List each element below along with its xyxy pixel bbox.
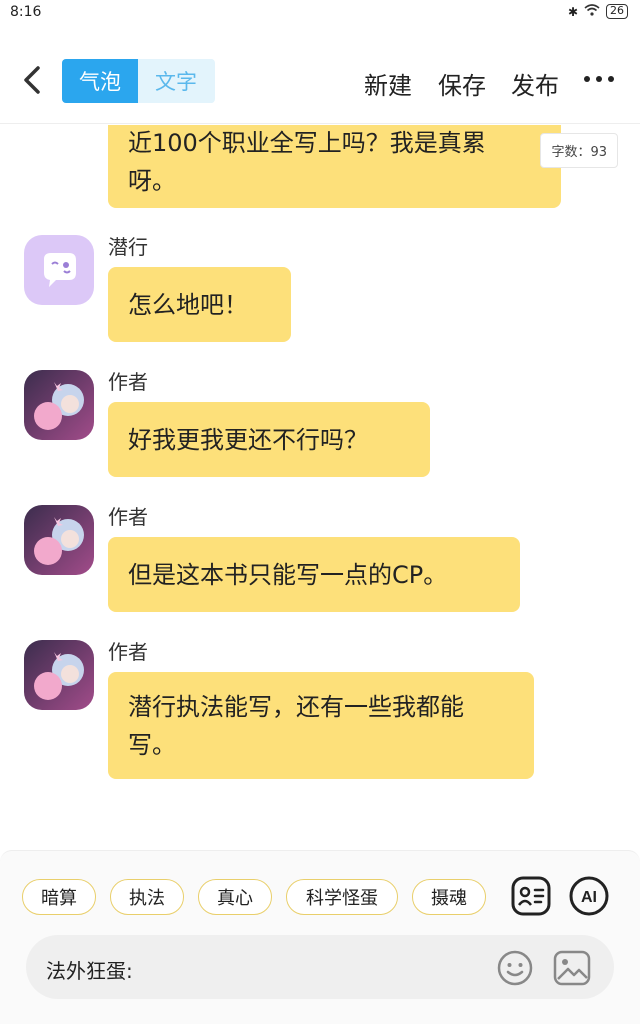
- more-icon[interactable]: [584, 76, 614, 84]
- mode-bubble-tab[interactable]: 气泡: [62, 59, 138, 103]
- message-bubble[interactable]: 但是这本书只能写一点的CP。: [108, 537, 520, 612]
- message-text-line: 潜行执法能写，还有一些我都能: [128, 692, 464, 721]
- mode-text-tab[interactable]: 文字: [138, 59, 214, 103]
- sender-name: 作者: [108, 505, 148, 529]
- status-bar: 8:16 ✱ 26: [0, 0, 640, 26]
- publish-button[interactable]: 发布: [511, 66, 559, 101]
- image-icon[interactable]: [552, 949, 592, 987]
- status-icons: ✱ 26: [568, 4, 628, 19]
- message-bubble[interactable]: 近100个职业全写上吗？我是真累 呀。: [108, 125, 561, 208]
- top-bar: 气泡 文字 新建 保存 发布: [0, 40, 640, 124]
- message-text: 好我更我更还不行吗？: [128, 425, 368, 454]
- character-list-icon[interactable]: [510, 875, 552, 917]
- message-bubble[interactable]: 潜行执法能写，还有一些我都能 写。: [108, 672, 534, 779]
- message-text-line: 写。: [128, 730, 176, 759]
- message-text-line: 呀。: [128, 166, 176, 195]
- message-input[interactable]: 法外狂蛋:: [26, 935, 614, 999]
- mode-toggle: 气泡 文字: [62, 59, 215, 103]
- word-count-badge: 字数：93: [540, 133, 618, 168]
- sender-name: 潜行: [108, 235, 148, 259]
- tag-chip[interactable]: 摄魂: [412, 879, 486, 915]
- chat-area[interactable]: 近100个职业全写上吗？我是真累 呀。 字数：93 潜行 怎么地吧！ 作者 好我…: [0, 125, 640, 850]
- input-panel: 暗算 执法 真心 科学怪蛋 摄魂 AI 法外狂蛋:: [0, 850, 640, 1024]
- emoji-icon[interactable]: [496, 949, 534, 987]
- tag-chip[interactable]: 真心: [198, 879, 272, 915]
- chat-bubble-avatar[interactable]: [24, 235, 94, 305]
- anime-character-avatar[interactable]: [24, 370, 94, 440]
- save-button[interactable]: 保存: [438, 66, 486, 101]
- message-bubble[interactable]: 怎么地吧！: [108, 267, 291, 342]
- anime-character-avatar[interactable]: [24, 640, 94, 710]
- wifi-icon: [584, 4, 600, 19]
- sender-name: 作者: [108, 640, 148, 664]
- sender-name: 作者: [108, 370, 148, 394]
- message-bubble[interactable]: 好我更我更还不行吗？: [108, 402, 430, 477]
- status-time: 8:16: [10, 4, 42, 20]
- bluetooth-icon: ✱: [567, 4, 578, 19]
- tag-chip[interactable]: 执法: [110, 879, 184, 915]
- new-button[interactable]: 新建: [364, 66, 412, 101]
- svg-text:AI: AI: [581, 889, 597, 906]
- input-value: 法外狂蛋:: [46, 959, 133, 983]
- tag-chip[interactable]: 科学怪蛋: [286, 879, 398, 915]
- message-text: 怎么地吧！: [128, 290, 248, 319]
- message-text: 但是这本书只能写一点的CP。: [128, 560, 448, 589]
- battery-icon: 26: [606, 4, 628, 19]
- anime-character-avatar[interactable]: [24, 505, 94, 575]
- message-text-line: 近100个职业全写上吗？我是真累: [128, 128, 486, 157]
- tag-chip[interactable]: 暗算: [22, 879, 96, 915]
- ai-icon[interactable]: AI: [568, 875, 610, 917]
- chevron-left-icon: [24, 66, 40, 94]
- back-button[interactable]: [14, 60, 54, 100]
